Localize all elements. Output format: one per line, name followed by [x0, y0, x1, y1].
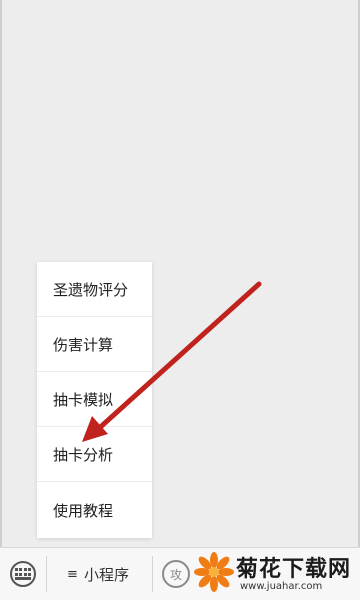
mini-program-tab[interactable]: ≡ 小程序 [48, 548, 148, 600]
watermark-title: 菊花下载网 [236, 557, 352, 582]
bar-divider [152, 556, 153, 592]
screen-frame-left [0, 0, 2, 600]
mini-program-label: 小程序 [83, 565, 129, 584]
mini-program-popup-menu: 圣遗物评分 伤害计算 抽卡模拟 抽卡分析 使用教程 [37, 262, 152, 538]
menu-item-artifact-score[interactable]: 圣遗物评分 [37, 262, 152, 317]
watermark-logo: 菊花下载网 www.juahar.com [194, 548, 356, 598]
keyboard-icon[interactable] [10, 561, 36, 587]
menu-item-wish-analysis[interactable]: 抽卡分析 [37, 427, 152, 482]
menu-icon: ≡ [67, 566, 78, 582]
bar-divider [46, 556, 47, 592]
strategy-tab-label: 攻 [169, 567, 182, 582]
menu-item-wish-simulator[interactable]: 抽卡模拟 [37, 372, 152, 427]
menu-item-tutorial[interactable]: 使用教程 [37, 482, 152, 538]
flower-logo-icon [194, 552, 234, 592]
strategy-tab[interactable]: 攻 [162, 560, 190, 588]
menu-item-damage-calc[interactable]: 伤害计算 [37, 317, 152, 372]
watermark-url: www.juahar.com [240, 581, 323, 592]
